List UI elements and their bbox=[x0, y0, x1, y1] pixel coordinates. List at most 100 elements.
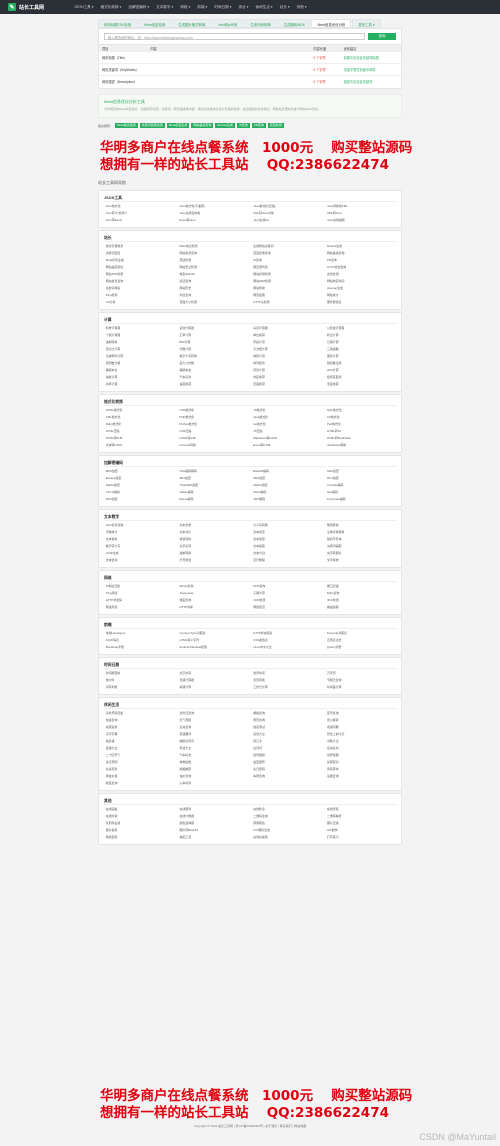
tool-link[interactable]: HMAC加密 bbox=[252, 482, 323, 489]
tool-link[interactable]: Native编码 bbox=[178, 489, 249, 496]
tool-link[interactable]: 条形码生成 bbox=[104, 820, 175, 827]
tool-link[interactable]: 反链查询 bbox=[178, 278, 249, 285]
tool-link[interactable]: 端口扫描 bbox=[325, 583, 396, 590]
tool-link[interactable]: 服务器信息 bbox=[325, 299, 396, 306]
tool-link[interactable]: 时间差计算 bbox=[325, 684, 396, 691]
tool-link[interactable]: BMI计算 bbox=[178, 339, 249, 346]
tool-link[interactable]: JavaScript转换 bbox=[325, 442, 396, 449]
tool-link[interactable]: Excel转Json bbox=[178, 217, 249, 224]
tool-link[interactable]: 网站速度测试 bbox=[104, 264, 175, 271]
tool-link[interactable]: 血型遗传 bbox=[252, 759, 323, 766]
tool-link[interactable]: Json转换成XML bbox=[325, 203, 396, 210]
related-tool[interactable]: IP查询 bbox=[236, 123, 250, 128]
tool-link[interactable]: 平方根计算 bbox=[252, 346, 323, 353]
tool-link[interactable]: SQL格式化 bbox=[325, 407, 396, 414]
tool-link[interactable]: MD5加密 bbox=[104, 468, 175, 475]
tool-link[interactable]: 进制转换 bbox=[178, 550, 249, 557]
tool-link[interactable]: 关键词密度 bbox=[104, 250, 175, 257]
tool-link[interactable]: 数字大写转换 bbox=[178, 353, 249, 360]
nav-format[interactable]: 格式化转换 ▾ bbox=[101, 5, 122, 10]
tool-link[interactable]: 星期计算 bbox=[178, 684, 249, 691]
tool-link[interactable]: 文本替换 bbox=[104, 536, 175, 543]
tool-link[interactable]: 文本提取 bbox=[252, 543, 323, 550]
tool-link[interactable]: IP地址归属 bbox=[104, 583, 175, 590]
tool-link[interactable]: 身高预测 bbox=[104, 759, 175, 766]
tool-link[interactable]: Ruby格式化 bbox=[104, 421, 175, 428]
tool-link[interactable]: 世界时间 bbox=[252, 670, 323, 677]
tool-link[interactable]: ASCII编码 bbox=[252, 489, 323, 496]
tool-link[interactable]: 网站备案查询 bbox=[325, 250, 396, 257]
tool-link[interactable]: 快递查询 bbox=[104, 717, 175, 724]
tool-link[interactable]: 对联大全 bbox=[325, 738, 396, 745]
tool-link[interactable]: 汽车标志 bbox=[178, 752, 249, 759]
tool-link[interactable]: 关键词提取 bbox=[325, 543, 396, 550]
tool-link[interactable]: 网站信息查询 bbox=[104, 278, 175, 285]
tool-link[interactable]: 子网计算 bbox=[252, 590, 323, 597]
tab-7[interactable]: 更多工具 ▾ bbox=[352, 19, 381, 28]
tool-link[interactable]: Base64编码 bbox=[252, 468, 323, 475]
tool-link[interactable]: Whois查询 bbox=[178, 583, 249, 590]
url-input[interactable]: 输入要查询的网址，如：http://www.shimengzhanbao.com bbox=[104, 33, 365, 40]
tool-link[interactable]: IP查询 bbox=[252, 257, 323, 264]
tool-link[interactable]: 闰年判断 bbox=[104, 684, 175, 691]
related-tool[interactable]: PR查询 bbox=[251, 123, 266, 128]
tool-link[interactable]: Robots生成 bbox=[325, 243, 396, 250]
tool-link[interactable]: Punycode编码 bbox=[325, 496, 396, 503]
tool-link[interactable]: 谜语大全 bbox=[104, 745, 175, 752]
tool-link[interactable]: 生成网站关键词 bbox=[252, 243, 323, 250]
tool-link[interactable]: Json格式化 bbox=[104, 203, 175, 210]
tool-link[interactable]: 菜谱大全 bbox=[252, 731, 323, 738]
tool-link[interactable]: 全角半角转换 bbox=[325, 529, 396, 536]
tool-link[interactable]: 在线秒表 bbox=[252, 806, 323, 813]
tool-link[interactable]: 在线时钟 bbox=[104, 813, 175, 820]
tab-3[interactable]: html转js代码 bbox=[212, 19, 244, 28]
tool-link[interactable]: 在线画板 bbox=[104, 806, 175, 813]
tool-link[interactable]: HTML转Markdown bbox=[325, 435, 396, 442]
tool-link[interactable]: SQL转Json对象 bbox=[252, 210, 323, 217]
tool-link[interactable]: Escape加密 bbox=[104, 475, 175, 482]
tool-link[interactable]: Meta信息检测 bbox=[178, 243, 249, 250]
tool-link[interactable]: HTML格式化 bbox=[104, 407, 175, 414]
tool-link[interactable]: RSA加密 bbox=[104, 496, 175, 503]
tool-link[interactable]: 生肖配对 bbox=[104, 766, 175, 773]
tool-link[interactable]: 数字转大写 bbox=[104, 543, 175, 550]
tool-link[interactable]: 科学计算器 bbox=[104, 325, 175, 332]
tool-link[interactable]: 网页截图 bbox=[252, 292, 323, 299]
tool-link[interactable]: sitemap生成 bbox=[325, 285, 396, 292]
tool-link[interactable]: 文本去重 bbox=[178, 522, 249, 529]
tool-link[interactable]: 图片压缩 bbox=[325, 820, 396, 827]
tool-link[interactable]: 正则表达式 bbox=[325, 637, 396, 644]
tool-link[interactable]: 域名查询 bbox=[178, 597, 249, 604]
tool-link[interactable]: UTF-8编码 bbox=[104, 489, 175, 496]
tool-link[interactable]: Ping测试 bbox=[104, 590, 175, 597]
tool-link[interactable]: CSS颜色表 bbox=[252, 637, 323, 644]
nav-misc[interactable]: 综合 ▾ bbox=[239, 5, 249, 10]
tool-link[interactable]: 搜索引擎收录 bbox=[104, 243, 175, 250]
tool-link[interactable]: 生肖查询 bbox=[178, 724, 249, 731]
tool-link[interactable]: GIF制作 bbox=[325, 827, 396, 834]
nav-time[interactable]: 时间日期 ▾ bbox=[214, 5, 231, 10]
tool-link[interactable]: 亲戚称呼计算 bbox=[104, 353, 175, 360]
tool-link[interactable]: 屏幕取色 bbox=[252, 820, 323, 827]
related-tool[interactable]: Robots生成 bbox=[215, 123, 235, 128]
tool-link[interactable]: 周公解梦 bbox=[325, 717, 396, 724]
tool-link[interactable]: 空行删除 bbox=[252, 557, 323, 564]
nav-frontend[interactable]: 前端 ▾ bbox=[197, 5, 207, 10]
tool-link[interactable]: 笑话大全 bbox=[178, 745, 249, 752]
tool-link[interactable]: Hex编码 bbox=[325, 489, 396, 496]
query-button[interactable]: 查询 bbox=[368, 33, 396, 40]
tool-link[interactable]: HTML转ASP bbox=[178, 435, 249, 442]
tool-link[interactable]: 时区换算 bbox=[252, 374, 323, 381]
tool-link[interactable]: Meta标签生成 bbox=[104, 257, 175, 264]
tool-link[interactable]: PR查询 bbox=[325, 257, 396, 264]
tool-link[interactable]: 万年历 bbox=[325, 670, 396, 677]
tool-link[interactable]: 随机数生成 bbox=[325, 360, 396, 367]
nav-network[interactable]: 网络 ▾ bbox=[180, 5, 190, 10]
related-tool[interactable]: 关键词密度检测 bbox=[139, 123, 165, 128]
related-tool[interactable]: 网站备案查询 bbox=[191, 123, 214, 128]
tool-link[interactable]: 友链检测 bbox=[325, 271, 396, 278]
tool-link[interactable]: XML格式化 bbox=[104, 414, 175, 421]
tool-link[interactable]: 网络延迟 bbox=[252, 604, 323, 611]
tool-link[interactable]: 网站响应时间 bbox=[325, 278, 396, 285]
tool-link[interactable]: 年龄计算 bbox=[252, 339, 323, 346]
